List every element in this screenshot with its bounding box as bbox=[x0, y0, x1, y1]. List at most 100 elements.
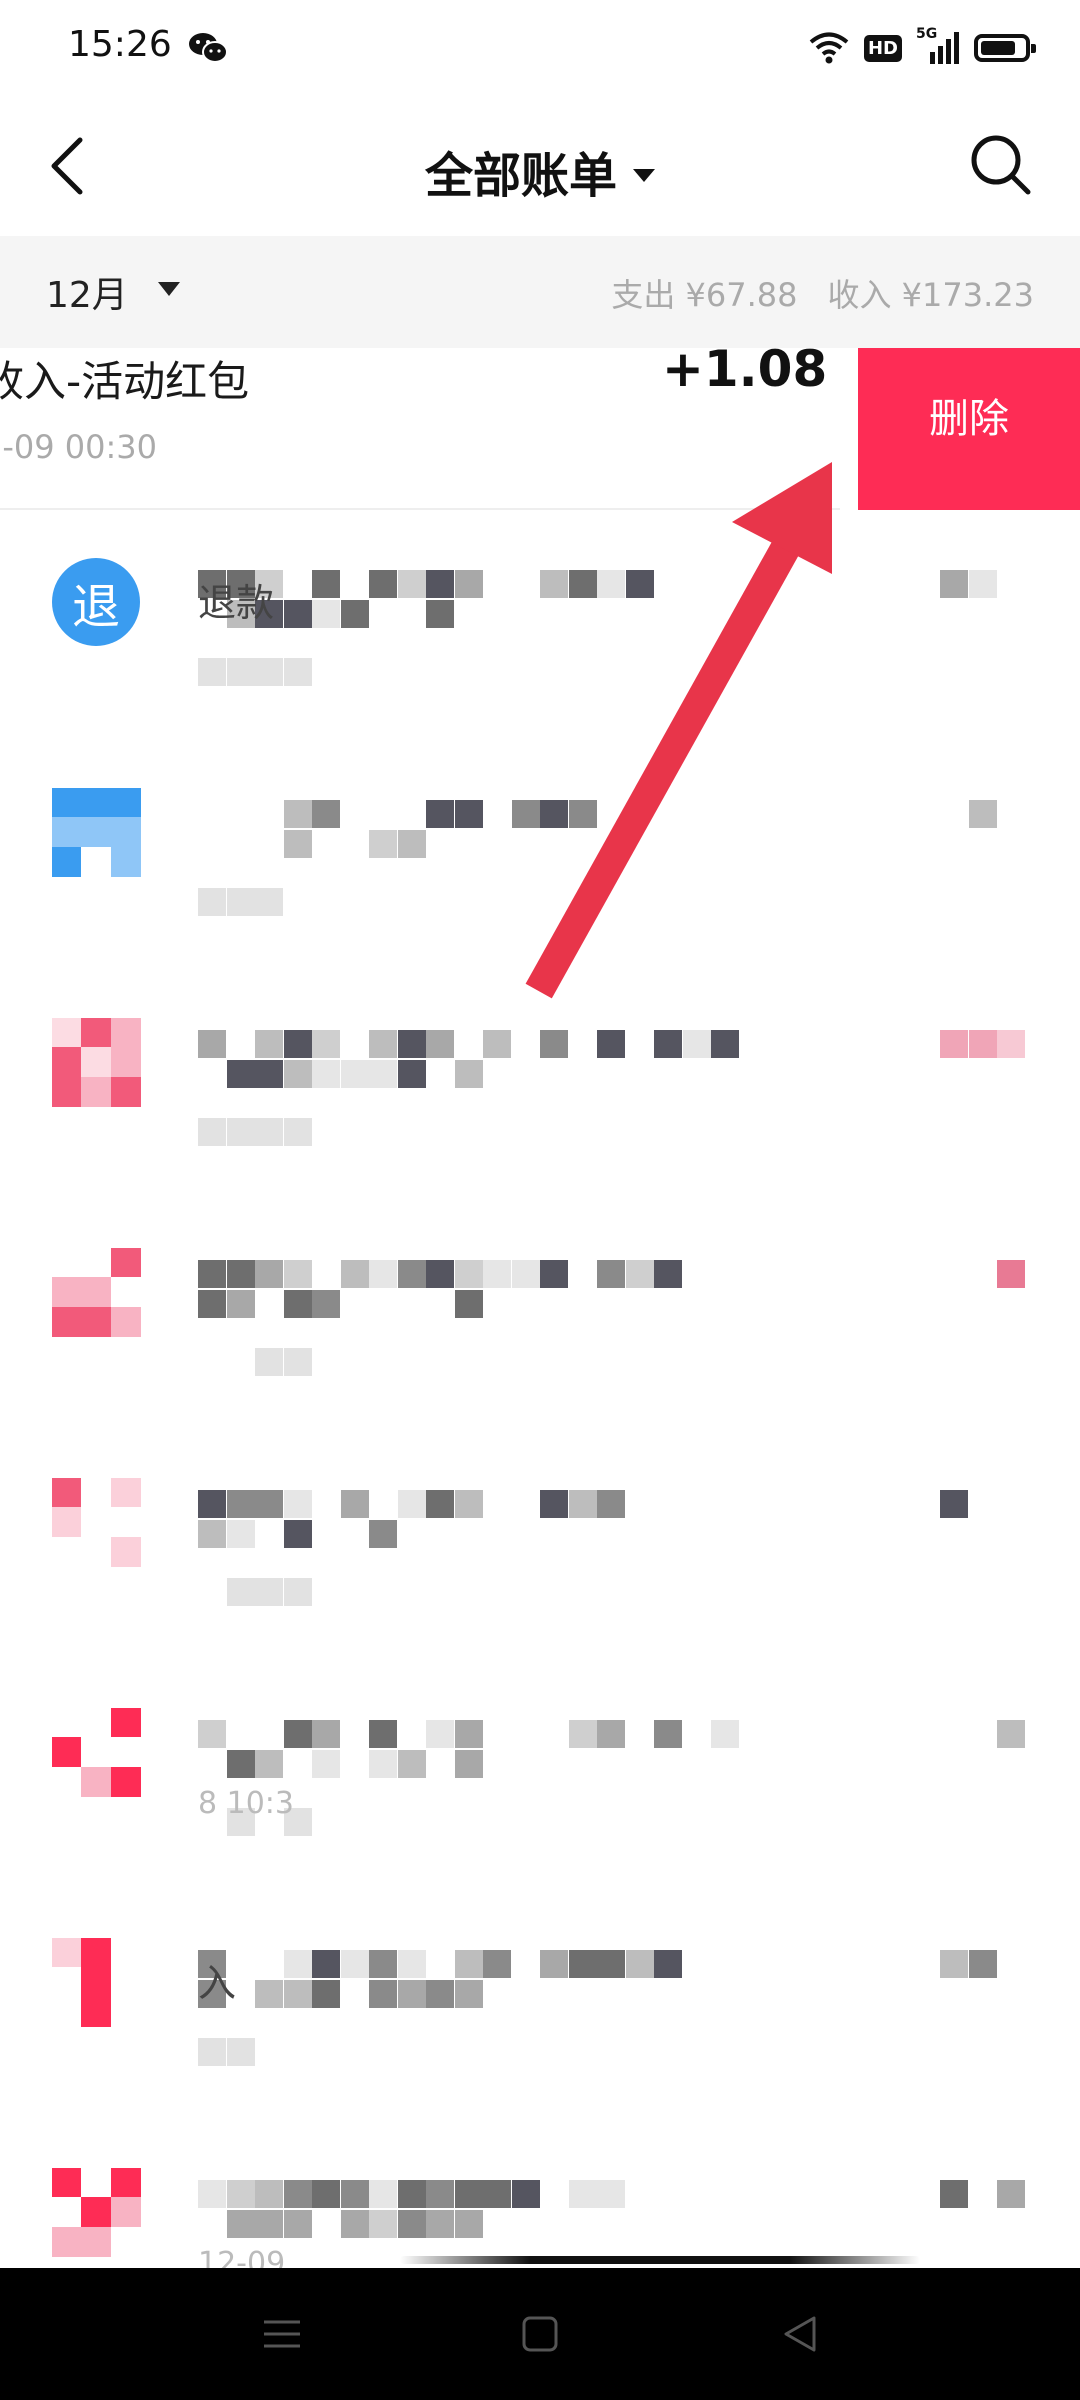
battery-icon bbox=[974, 34, 1036, 62]
blurred-text-block bbox=[540, 1950, 568, 1978]
blurred-text-block bbox=[597, 1950, 625, 1978]
blurred-text-block bbox=[312, 2180, 340, 2208]
list-item-swiped[interactable]: 收入-活动红包 2-09 00:30 +1.08 bbox=[0, 340, 842, 508]
blurred-text-block bbox=[568, 1720, 597, 1748]
blurred-amount-block bbox=[997, 2180, 1025, 2208]
bill-filter-dropdown[interactable]: 全部账单 bbox=[0, 136, 1080, 206]
blurred-text-block bbox=[369, 1750, 397, 1778]
blurred-text-block bbox=[511, 1260, 540, 1288]
avatar bbox=[52, 1708, 141, 1797]
blurred-text-block bbox=[255, 1030, 283, 1058]
blurred-amount-block bbox=[968, 800, 997, 828]
search-icon[interactable] bbox=[968, 132, 1034, 198]
blurred-text-block bbox=[369, 2180, 397, 2208]
avatar bbox=[52, 1248, 141, 1337]
blurred-text-block bbox=[568, 800, 597, 828]
blurred-text-block bbox=[283, 800, 312, 828]
blurred-text-block bbox=[283, 1720, 312, 1748]
blurred-text-block bbox=[426, 570, 454, 598]
blurred-text-block bbox=[226, 2180, 255, 2208]
item-amount: +1.08 bbox=[662, 340, 828, 398]
month-chevron-icon[interactable] bbox=[158, 282, 180, 296]
blurred-text-block bbox=[426, 2210, 454, 2238]
blurred-text-block bbox=[454, 1980, 483, 2008]
blurred-text-block bbox=[369, 1950, 397, 1978]
blurred-text-block bbox=[426, 1260, 454, 1288]
blurred-text-block bbox=[654, 1720, 682, 1748]
blurred-text-block bbox=[369, 1520, 397, 1548]
blurred-text-block bbox=[540, 1260, 568, 1288]
list-item[interactable]: 入 bbox=[0, 1888, 1080, 2118]
list-item[interactable] bbox=[0, 1198, 1080, 1428]
blurred-text-block bbox=[540, 1030, 568, 1058]
delete-button[interactable]: 删除 bbox=[858, 348, 1080, 510]
blurred-text-block bbox=[226, 1118, 255, 1146]
blurred-text-block bbox=[226, 1060, 255, 1088]
blurred-text-block bbox=[283, 1520, 312, 1548]
item-datetime: 2-09 00:30 bbox=[0, 428, 158, 466]
blurred-text-block bbox=[397, 570, 426, 598]
blurred-text-block bbox=[312, 570, 340, 598]
month-selector[interactable]: 12月 bbox=[46, 266, 128, 318]
blurred-text-block bbox=[226, 2038, 255, 2066]
blurred-text-block bbox=[226, 658, 255, 686]
list-item[interactable] bbox=[0, 738, 1080, 968]
blurred-amount-block bbox=[968, 1950, 997, 1978]
blurred-text-block bbox=[397, 1950, 426, 1978]
blurred-text-block bbox=[255, 888, 283, 916]
blurred-text-block bbox=[312, 1030, 340, 1058]
blurred-text-block bbox=[312, 600, 340, 628]
blurred-amount-block bbox=[940, 1490, 968, 1518]
blurred-amount-block bbox=[968, 1030, 997, 1058]
blurred-text-block bbox=[283, 1950, 312, 1978]
blurred-text-block bbox=[597, 1260, 625, 1288]
blurred-text-block bbox=[454, 800, 483, 828]
blurred-text-block bbox=[454, 1720, 483, 1748]
blurred-text-block bbox=[255, 1060, 283, 1088]
blurred-text-block bbox=[654, 1260, 682, 1288]
home-icon[interactable] bbox=[516, 2310, 564, 2358]
blurred-text-block bbox=[255, 1578, 283, 1606]
blurred-text-block bbox=[226, 2210, 255, 2238]
blurred-text-block bbox=[483, 1260, 511, 1288]
blurred-text-block bbox=[568, 2180, 597, 2208]
blurred-text-block bbox=[397, 1030, 426, 1058]
blurred-text-block bbox=[369, 1030, 397, 1058]
blurred-text-block bbox=[654, 1950, 682, 1978]
blurred-amount-block bbox=[940, 2180, 968, 2208]
blurred-text-block bbox=[283, 658, 312, 686]
blurred-text-block bbox=[283, 1260, 312, 1288]
blurred-text-block bbox=[312, 800, 340, 828]
blurred-text-block bbox=[255, 658, 283, 686]
blurred-text-block bbox=[340, 1260, 369, 1288]
blurred-text-block bbox=[369, 1260, 397, 1288]
list-item[interactable] bbox=[0, 1428, 1080, 1658]
blurred-amount-block bbox=[940, 1030, 968, 1058]
blurred-text-block bbox=[397, 1490, 426, 1518]
list-item[interactable] bbox=[0, 968, 1080, 1198]
blurred-text-block bbox=[283, 2210, 312, 2238]
status-time: 15:26 bbox=[68, 24, 172, 65]
list-item[interactable]: 退 退款 bbox=[0, 508, 1080, 738]
page-title: 全部账单 bbox=[424, 148, 617, 204]
blurred-text-block bbox=[597, 1720, 625, 1748]
list-item[interactable]: 8 10:3 bbox=[0, 1658, 1080, 1888]
wechat-icon bbox=[189, 33, 228, 63]
menu-icon[interactable] bbox=[258, 2310, 306, 2358]
blurred-text-block bbox=[283, 600, 312, 628]
blurred-text-block bbox=[198, 1118, 226, 1146]
blurred-text-block bbox=[255, 1490, 283, 1518]
blurred-text-block bbox=[369, 1980, 397, 2008]
blurred-text-block bbox=[397, 1060, 426, 1088]
blurred-text-block bbox=[397, 2210, 426, 2238]
blurred-text-block bbox=[568, 570, 597, 598]
wifi-icon bbox=[809, 32, 849, 64]
blurred-text-block bbox=[426, 1720, 454, 1748]
blurred-text-block bbox=[226, 1490, 255, 1518]
nav-back-icon[interactable] bbox=[776, 2310, 824, 2358]
month-summary-bar: 12月 支出 ¥67.88 收入 ¥173.23 bbox=[0, 236, 1080, 348]
blurred-text-block bbox=[255, 1348, 283, 1376]
avatar bbox=[52, 1018, 141, 1107]
blurred-text-block bbox=[226, 888, 255, 916]
blurred-text-block bbox=[454, 2210, 483, 2238]
